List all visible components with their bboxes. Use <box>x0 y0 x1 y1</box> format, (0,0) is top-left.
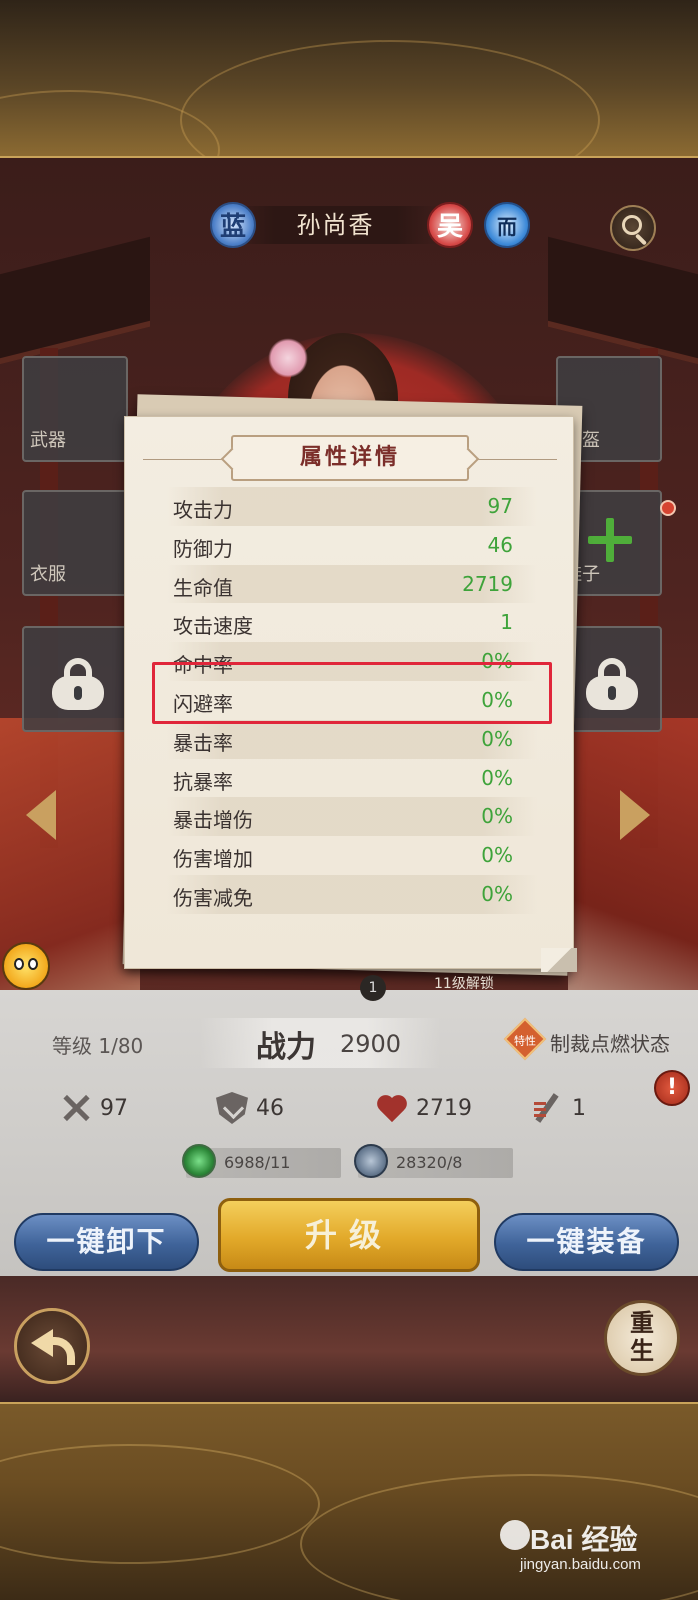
equip-all-button[interactable]: 一键装备 <box>494 1213 679 1271</box>
hero-hair-flower <box>268 338 308 378</box>
attribute-row-attack-speed: 攻击速度 1 <box>167 603 537 642</box>
baidu-watermark: Bai 经验 jingyan.baidu.com <box>500 1518 690 1578</box>
hero-level: 等级 1/80 <box>52 1034 144 1058</box>
attribute-value: 0% <box>481 881 513 906</box>
attribute-value: 1 <box>500 610 513 635</box>
attribute-value: 0% <box>481 726 513 751</box>
attribute-value: 46 <box>487 532 513 557</box>
slot-weapon-label: 武器 <box>30 430 66 451</box>
slot-clothes-label: 衣服 <box>30 564 66 585</box>
decor-swirl <box>180 40 600 156</box>
power-value: 2900 <box>340 1030 402 1058</box>
hero-header: 孙尚香 蓝 吴 而 <box>205 200 535 250</box>
search-button[interactable] <box>610 205 656 251</box>
watermark-url: jingyan.baidu.com <box>520 1556 641 1573</box>
popup-title-plate: 属性详情 <box>231 435 469 481</box>
attribute-name: 抗暴率 <box>173 769 233 794</box>
attribute-value: 97 <box>487 494 513 518</box>
resource-jade-value: 6988/11 <box>224 1153 291 1172</box>
stat-attack-value: 97 <box>100 1096 128 1121</box>
attribute-value: 0% <box>481 765 513 790</box>
highlight-annotation <box>152 662 552 724</box>
attribute-row-damage-reduction: 伤害减免 0% <box>167 874 537 914</box>
rebirth-label-line1: 重 <box>630 1308 654 1337</box>
type-badge[interactable]: 而 <box>484 202 530 248</box>
attribute-row-defense: 防御力 46 <box>167 526 537 565</box>
attribute-name: 攻击速度 <box>173 614 253 639</box>
scene-roof-right <box>548 236 698 370</box>
paw-logo-icon <box>500 1520 530 1550</box>
stat-hp-value: 2719 <box>416 1096 472 1121</box>
lock-icon <box>586 658 638 710</box>
attribute-name: 伤害减免 <box>173 885 253 910</box>
resource-coin-value: 28320/8 <box>396 1153 463 1172</box>
prev-hero-arrow-icon[interactable] <box>26 790 60 840</box>
attribute-row-damage-increase: 伤害增加 0% <box>167 836 537 875</box>
notification-dot <box>660 500 676 516</box>
attribute-row-crit-rate: 暴击率 0% <box>167 719 537 759</box>
back-arrow-icon-tail <box>47 1337 75 1365</box>
add-icon <box>588 518 632 562</box>
hero-name: 孙尚香 <box>233 206 438 244</box>
slot-clothes[interactable]: 衣服 <box>22 490 128 596</box>
heart-icon <box>376 1092 408 1124</box>
attribute-row-crit-resist: 抗暴率 0% <box>167 759 537 798</box>
trait-badge-label: 特性 <box>514 1034 536 1048</box>
page-curl <box>541 948 577 972</box>
bottom-nav-bar <box>0 1276 698 1402</box>
attribute-row-hp: 生命值 2719 <box>167 564 537 604</box>
jade-icon <box>182 1144 216 1178</box>
back-button[interactable] <box>14 1308 90 1384</box>
mascot-avatar[interactable] <box>2 942 50 990</box>
attribute-value: 0% <box>481 804 513 829</box>
speed-sword-icon <box>532 1092 564 1124</box>
popup-title-bar: 属性详情 <box>125 435 575 481</box>
slot-weapon[interactable]: 武器 <box>22 356 128 462</box>
search-icon-handle <box>634 233 648 246</box>
popup-title: 属性详情 <box>299 445 400 470</box>
scene-roof-left <box>0 236 150 370</box>
watermark-main: Bai 经验 <box>530 1524 638 1555</box>
resource-coin: 28320/8 <box>354 1144 513 1178</box>
combat-power: 战力 2900 <box>200 1018 440 1068</box>
stat-defense-value: 46 <box>256 1096 284 1121</box>
attribute-name: 攻击力 <box>173 498 233 522</box>
attribute-name: 伤害增加 <box>173 847 253 872</box>
attribute-name: 暴击增伤 <box>173 808 253 833</box>
unequip-all-button[interactable]: 一键卸下 <box>14 1213 199 1271</box>
stat-speed-value: 1 <box>572 1096 586 1121</box>
attribute-row-attack: 攻击力 97 <box>167 487 537 526</box>
attribute-row-crit-damage: 暴击增伤 0% <box>167 797 537 837</box>
attribute-name: 生命值 <box>173 575 233 600</box>
attribute-name: 防御力 <box>173 536 233 561</box>
resource-jade: 6988/11 <box>182 1144 341 1178</box>
attribute-name: 暴击率 <box>173 730 233 755</box>
attribute-value: 2719 <box>462 571 513 596</box>
slot-locked-left[interactable] <box>22 626 128 732</box>
alert-icon[interactable]: ! <box>654 1070 690 1106</box>
upgrade-button[interactable]: 升级 <box>218 1198 480 1272</box>
lock-icon <box>52 658 104 710</box>
rarity-badge: 蓝 <box>210 202 256 248</box>
attribute-value: 0% <box>481 843 513 868</box>
rebirth-label-line2: 生 <box>630 1336 654 1365</box>
faction-badge: 吴 <box>427 202 473 248</box>
crossed-swords-icon <box>60 1092 92 1124</box>
unlock-hint: 11级解锁 <box>434 976 494 992</box>
trait-status[interactable]: 制裁点燃状态 <box>550 1028 670 1057</box>
power-label: 战力 <box>256 1030 316 1065</box>
coin-icon <box>354 1144 388 1178</box>
rebirth-button[interactable]: 重 生 <box>604 1300 680 1376</box>
next-hero-arrow-icon[interactable] <box>620 790 654 840</box>
unlock-count-badge: 1 <box>360 975 386 1001</box>
decor-swirl <box>0 1444 320 1564</box>
top-decor-band <box>0 0 698 158</box>
search-icon <box>622 215 642 235</box>
